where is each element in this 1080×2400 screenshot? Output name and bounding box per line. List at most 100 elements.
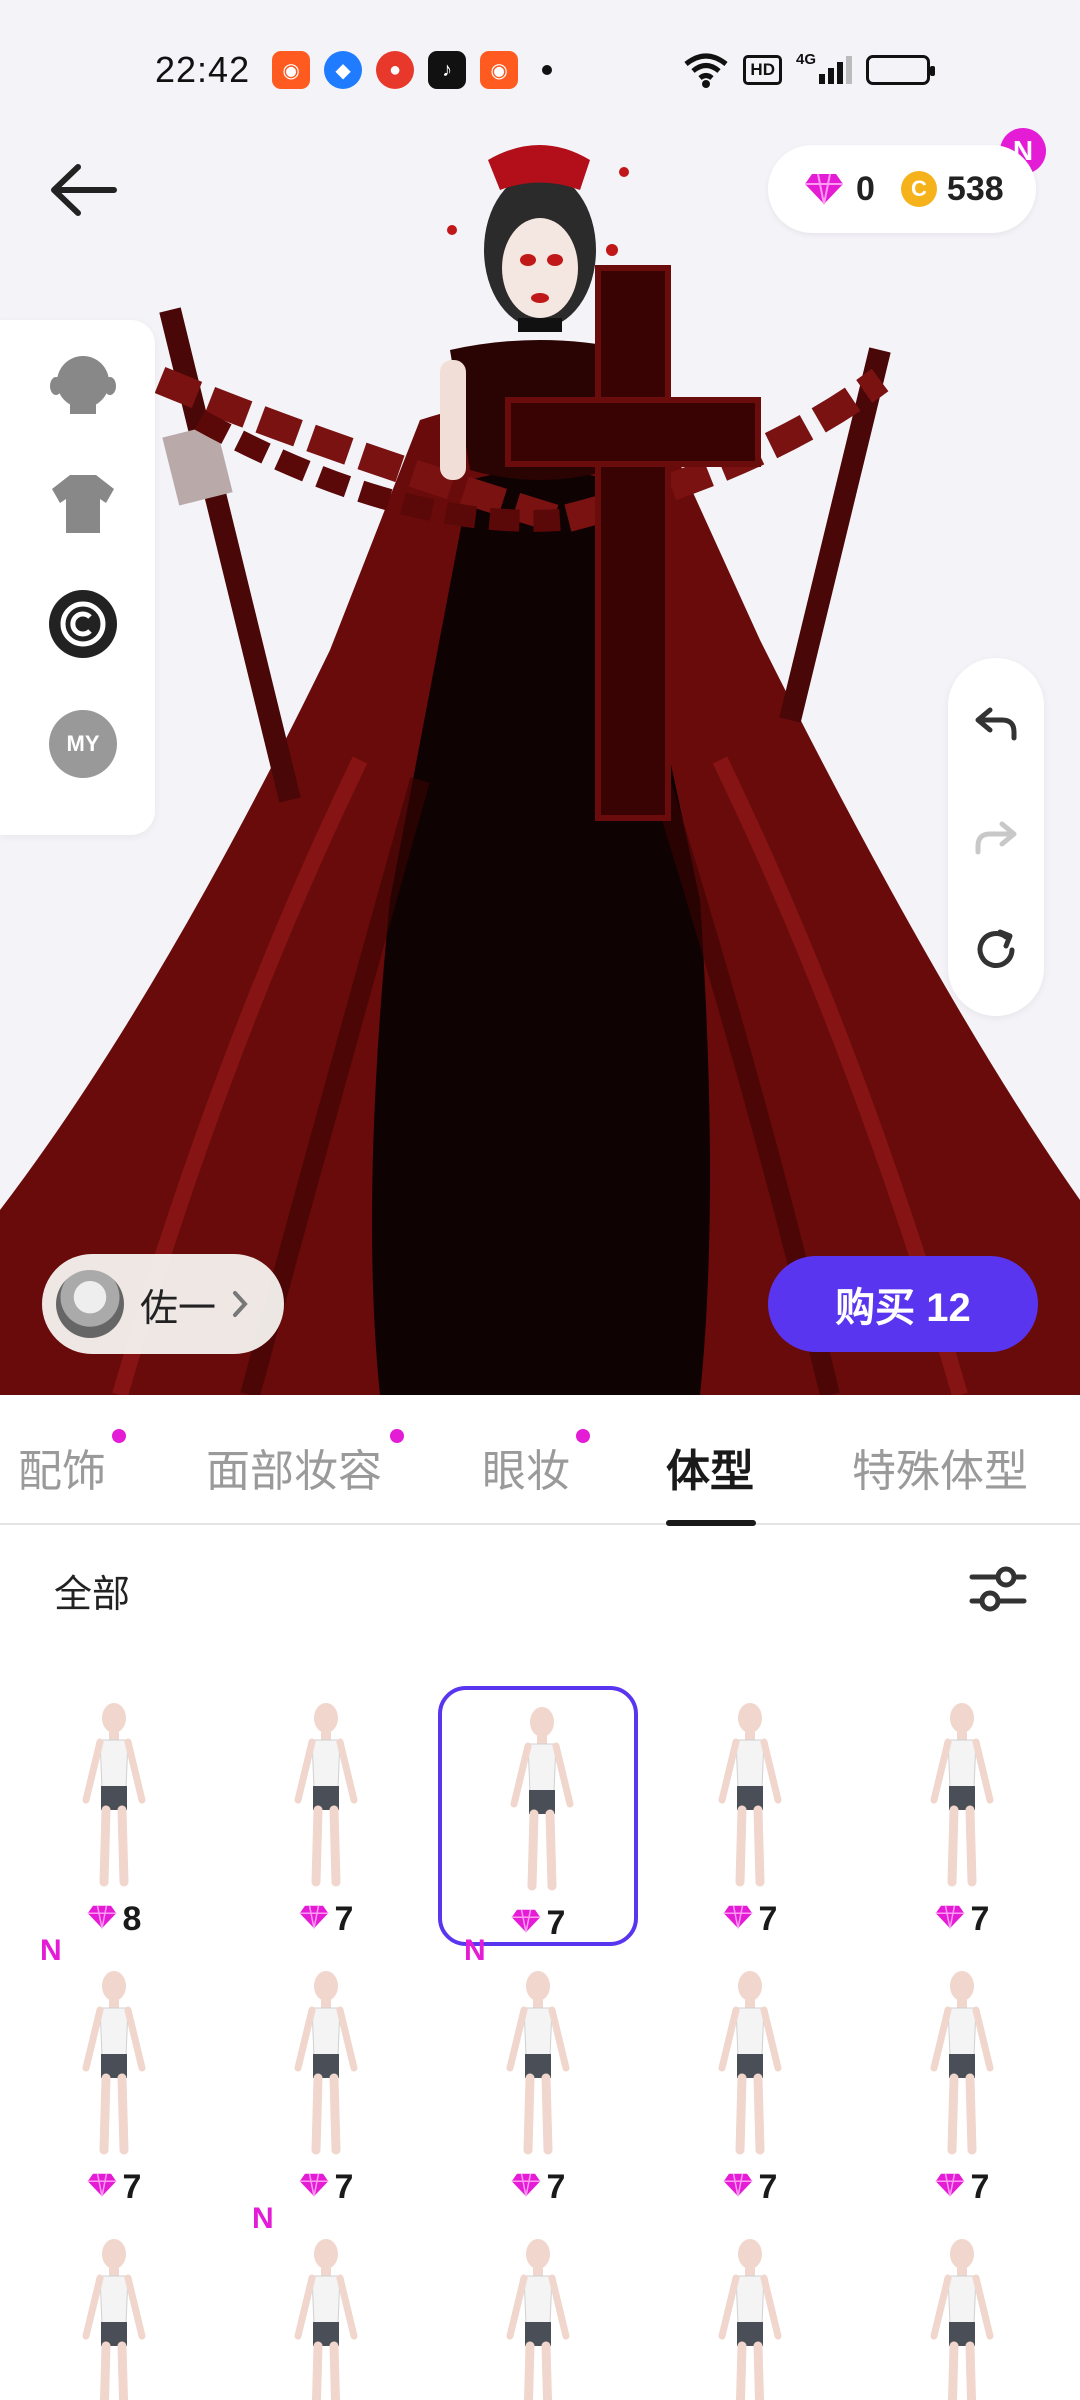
network-label: 4G <box>796 51 852 84</box>
head-icon[interactable] <box>47 348 119 420</box>
gem-icon <box>299 2168 335 2207</box>
item-price: 7 <box>862 1900 1062 1939</box>
price-value: 7 <box>334 1900 354 1938</box>
gem-icon <box>935 2168 971 2207</box>
price-value: 7 <box>970 1900 990 1938</box>
body-model-thumbnail <box>286 1700 366 1890</box>
price-value: 7 <box>758 1900 778 1938</box>
copyright-icon[interactable] <box>47 588 119 660</box>
body-type-item[interactable]: 7 <box>438 1686 638 1946</box>
item-price: 7 <box>650 2168 850 2207</box>
price-value: 7 <box>970 2168 990 2206</box>
body-model-thumbnail <box>74 2236 154 2400</box>
more-notifications-icon <box>542 65 553 75</box>
status-bar: 22:42 ◉ ◆ ● ♪ ◉ HD 4G <box>0 0 1080 140</box>
price-value: 7 <box>758 2168 778 2206</box>
gem-icon <box>299 1900 335 1939</box>
chevron-right-icon <box>233 1291 248 1317</box>
body-model-thumbnail <box>74 1968 154 2158</box>
tab-face-makeup[interactable]: 面部妆容 <box>206 1429 404 1499</box>
gem-icon <box>805 173 843 205</box>
currency-balance[interactable]: 0 C 538 <box>768 145 1036 233</box>
body-type-item[interactable]: 7 <box>650 1954 850 2214</box>
body-type-item[interactable] <box>862 2222 1062 2400</box>
item-price: 7 <box>226 1900 426 1939</box>
sliders-icon[interactable] <box>968 1561 1028 1617</box>
body-type-item[interactable] <box>14 2222 214 2400</box>
body-type-item[interactable]: 7N <box>438 1934 638 2214</box>
body-type-item[interactable]: 7 <box>226 1954 426 2214</box>
status-indicators: HD 4G <box>683 51 935 88</box>
blue-app-icon: ◆ <box>324 51 363 89</box>
wifi-icon <box>684 53 728 88</box>
price-value: 7 <box>122 2168 142 2206</box>
body-type-item[interactable]: 7 <box>650 1686 850 1946</box>
body-model-thumbnail <box>922 1700 1002 1890</box>
body-model-thumbnail <box>498 1968 578 2158</box>
body-model-thumbnail <box>710 1700 790 1890</box>
body-type-item[interactable]: 8 <box>14 1686 214 1946</box>
gem-icon <box>935 1900 971 1939</box>
friend-chip[interactable]: 佐一 <box>42 1254 284 1354</box>
body-type-item[interactable]: N <box>226 2202 426 2400</box>
gem-icon <box>87 1900 123 1939</box>
filter-row: 全部 <box>0 1525 1080 1655</box>
avatar <box>56 1270 124 1338</box>
body-type-item[interactable] <box>650 2222 850 2400</box>
tab-label: 面部妆容 <box>206 1447 382 1496</box>
body-model-thumbnail <box>286 1968 366 2158</box>
item-price: 7 <box>862 2168 1062 2207</box>
gem-icon <box>87 2168 123 2207</box>
buy-button[interactable]: 购买 12 <box>768 1256 1038 1352</box>
undo-icon[interactable] <box>972 700 1020 748</box>
shirt-icon[interactable] <box>47 468 119 540</box>
tab-accessories[interactable]: 配饰 <box>18 1429 126 1499</box>
price-value: 7 <box>546 1904 566 1942</box>
body-model-thumbnail <box>502 1704 582 1894</box>
avatar-preview[interactable]: 22:42 ◉ ◆ ● ♪ ◉ HD 4G 0 C 538 N MY 佐一 购买… <box>0 0 1080 1395</box>
my-label: MY <box>49 710 117 778</box>
new-dot <box>390 1429 404 1443</box>
body-type-item[interactable]: 7N <box>14 1934 214 2214</box>
gem-icon <box>511 2168 547 2207</box>
body-model-thumbnail <box>922 1968 1002 2158</box>
body-model-thumbnail <box>74 1700 154 1890</box>
item-price: 7 <box>650 1900 850 1939</box>
redo-icon[interactable] <box>972 814 1020 862</box>
tab-body-type[interactable]: 体型 <box>666 1435 754 1499</box>
filter-all[interactable]: 全部 <box>54 1563 130 1618</box>
tiktok-icon: ♪ <box>428 51 467 89</box>
body-model-thumbnail <box>286 2236 366 2400</box>
new-dot <box>112 1429 126 1443</box>
body-type-item[interactable]: 7 <box>862 1954 1062 2214</box>
body-type-item[interactable] <box>438 2222 638 2400</box>
red-app-icon: ● <box>376 51 415 89</box>
body-model-thumbnail <box>710 1968 790 2158</box>
new-badge: N <box>464 1934 486 1967</box>
body-model-thumbnail <box>498 2236 578 2400</box>
body-model-thumbnail <box>710 2236 790 2400</box>
item-price: 7 <box>14 2168 214 2207</box>
tab-special-body-type[interactable]: 特殊体型 <box>852 1435 1028 1499</box>
body-type-item[interactable]: 7 <box>226 1686 426 1946</box>
gem-balance: 0 <box>856 169 875 208</box>
price-value: 7 <box>546 2168 566 2206</box>
tab-eye-makeup[interactable]: 眼妆 <box>482 1429 590 1499</box>
my-icon[interactable]: MY <box>47 708 119 780</box>
body-type-item[interactable]: 7 <box>862 1686 1062 1946</box>
arrow-left-icon[interactable] <box>44 155 124 225</box>
battery-icon <box>866 55 935 85</box>
hd-badge: HD <box>743 55 782 85</box>
tab-label: 体型 <box>666 1447 754 1496</box>
reset-icon[interactable] <box>972 926 1020 974</box>
new-dot <box>576 1429 590 1443</box>
new-badge: N <box>40 1934 62 1967</box>
gem-icon <box>511 1904 547 1943</box>
price-value: 8 <box>122 1900 142 1938</box>
screen: 22:42 ◉ ◆ ● ♪ ◉ HD 4G 0 C 538 N MY 佐一 购买… <box>0 0 1080 2400</box>
category-side-panel: MY <box>0 320 155 835</box>
history-panel <box>948 658 1044 1016</box>
price-value: 7 <box>334 2168 354 2206</box>
coin-balance: 538 <box>946 169 1004 208</box>
kuaishou-icon: ◉ <box>272 51 311 89</box>
